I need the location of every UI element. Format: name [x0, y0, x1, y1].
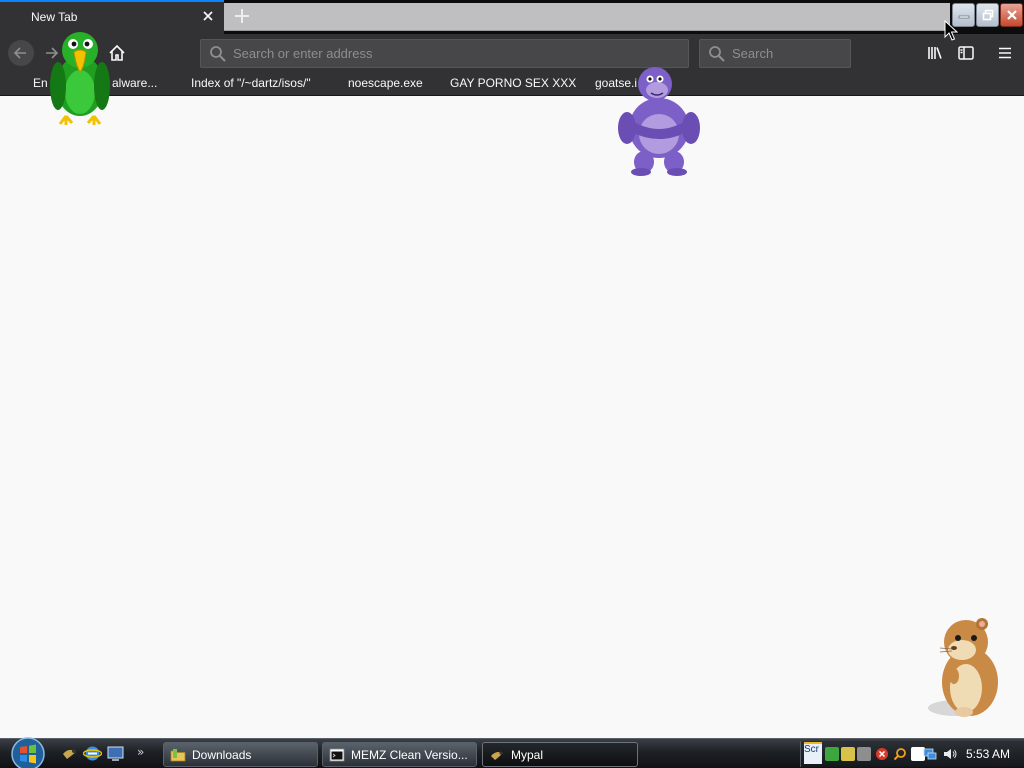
tray-partial-item[interactable]: Scr [804, 742, 822, 764]
tab-title: New Tab [31, 10, 78, 24]
hamster-sprite [928, 618, 998, 717]
library-button[interactable] [924, 42, 946, 64]
tray-app-icon[interactable] [825, 747, 839, 761]
tray-search-icon[interactable] [893, 747, 907, 761]
internet-explorer-icon[interactable] [83, 744, 102, 763]
taskbar-button-downloads[interactable]: Downloads [163, 742, 318, 767]
mypal-icon[interactable] [60, 744, 79, 763]
quick-launch-more-icon[interactable]: » [137, 744, 144, 763]
search-input[interactable] [732, 40, 846, 67]
minimize-icon [958, 15, 969, 19]
back-button[interactable] [8, 40, 34, 66]
library-icon [928, 47, 942, 59]
tray-app-icon[interactable] [857, 747, 871, 761]
show-desktop-icon[interactable] [106, 744, 125, 763]
bookmark-item[interactable]: noescape.exe [348, 76, 423, 90]
bookmarks-toolbar: En alware... Index of "/~dartz/isos/" no… [0, 72, 1024, 96]
taskbar-button-memz[interactable]: MEMZ Clean Versio... [322, 742, 477, 767]
tab-strip-empty-area[interactable] [224, 3, 950, 31]
tray-error-icon[interactable] [875, 747, 889, 761]
search-bar[interactable] [699, 39, 851, 68]
taskbar-button-label: MEMZ Clean Versio... [351, 747, 468, 762]
sidebar-button[interactable] [955, 42, 977, 64]
network-icon[interactable] [923, 747, 937, 761]
clock[interactable]: 5:53 AM [966, 747, 1010, 761]
folder-icon [170, 748, 186, 761]
start-button[interactable] [8, 735, 48, 768]
taskbar-button-label: Mypal [511, 747, 544, 762]
tab-strip: New Tab [0, 0, 1024, 34]
window-controls [951, 3, 1023, 29]
close-tab-icon[interactable] [200, 8, 216, 24]
new-tab-plus-icon[interactable] [232, 6, 252, 26]
bookmark-item[interactable]: Index of "/~dartz/isos/" [191, 76, 311, 90]
address-bar[interactable] [200, 39, 689, 68]
navigation-toolbar [0, 34, 1024, 72]
quick-launch-bar: » [60, 744, 144, 763]
green-parrot-sprite [50, 32, 110, 125]
menu-button[interactable] [994, 42, 1016, 64]
taskbar-button-mypal[interactable]: Mypal [482, 742, 638, 767]
taskbar-button-label: Downloads [192, 747, 252, 762]
console-icon [329, 748, 345, 761]
bookmark-item[interactable]: alware... [112, 76, 157, 90]
search-icon [210, 46, 226, 62]
sidebar-icon [958, 46, 974, 60]
tray-app-icon[interactable] [841, 747, 855, 761]
taskbar: » Downloads MEMZ Clean Versio... Mypal S… [0, 735, 1024, 768]
purple-gorilla-sprite [618, 67, 700, 176]
bookmark-item[interactable]: GAY PORNO SEX XXX [450, 76, 576, 90]
volume-icon[interactable] [943, 747, 957, 761]
hamburger-menu-icon [999, 47, 1011, 59]
close-window-icon [1006, 10, 1017, 20]
back-arrow-icon [13, 47, 26, 59]
mouse-cursor-icon [944, 20, 958, 41]
new-tab-page [0, 96, 1024, 740]
system-tray: Scr 5:53 AM [800, 741, 1024, 767]
close-window-button[interactable] [1000, 3, 1023, 27]
desktop-screen: New Tab Search or enter address Search E… [0, 0, 1024, 768]
mypal-icon [491, 750, 503, 760]
search-icon [709, 46, 725, 62]
restore-button[interactable] [976, 3, 999, 27]
restore-icon [982, 9, 993, 21]
